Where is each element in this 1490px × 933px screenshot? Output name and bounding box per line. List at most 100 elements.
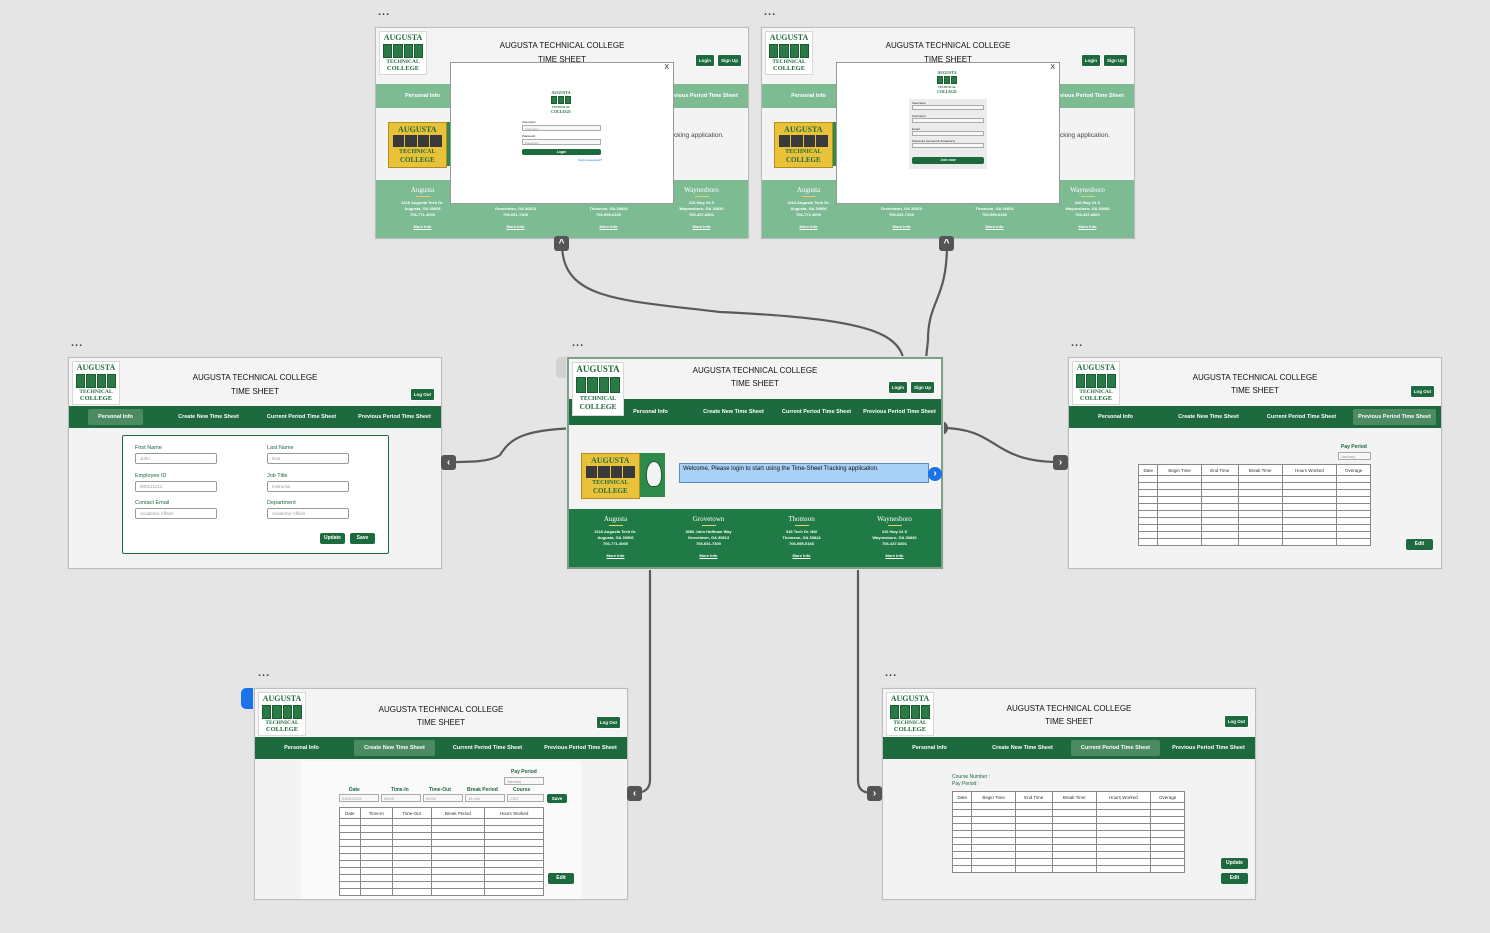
frame-create-new[interactable]: AUGUSTA TECHNICAL COLLEGE AUGUSTA TECHNIC… (254, 688, 628, 900)
update-button[interactable]: Update (1221, 858, 1248, 869)
more-info-link[interactable]: More Info (848, 553, 941, 558)
tab-personal-info[interactable]: Personal Info (255, 737, 348, 759)
tab-create-new[interactable]: Create New Time Sheet (692, 399, 775, 425)
tab-previous-period[interactable]: Previous Period Time Sheet (858, 399, 941, 425)
login-button[interactable]: Login (887, 381, 908, 394)
tab-personal-info[interactable]: Personal Info (883, 737, 976, 759)
header: AUGUSTA TECHNICAL COLLEGE AUGUSTA TECHNIC… (1069, 358, 1441, 406)
logout-button[interactable]: Log Out (1409, 385, 1435, 398)
tab-create-new[interactable]: Create New Time Sheet (348, 737, 441, 759)
tab-current-period[interactable]: Current Period Time Sheet (1069, 737, 1162, 759)
signup-button[interactable]: Sign Up (1103, 54, 1128, 67)
logout-button[interactable]: Log Out (595, 716, 621, 729)
tab-create-new[interactable]: Create New Time Sheet (1162, 406, 1255, 428)
signup-button[interactable]: Sign Up (717, 54, 742, 67)
frame-personal-info[interactable]: AUGUSTA TECHNICAL COLLEGE AUGUSTA TECHNIC… (68, 357, 442, 569)
tab-previous-period[interactable]: Previous Period Time Sheet (534, 737, 627, 759)
frame-current-period[interactable]: AUGUSTA TECHNICAL COLLEGE AUGUSTA TECHNIC… (882, 688, 1256, 900)
frame-menu-dots[interactable]: ... (885, 668, 897, 679)
password-input[interactable]: Password (522, 139, 601, 145)
chevron-left-icon[interactable]: ‹ (441, 455, 456, 470)
date-input[interactable]: 01/01/2021 (339, 794, 379, 802)
signup-username2-input[interactable] (912, 118, 984, 123)
tab-current-period[interactable]: Current Period Time Sheet (441, 737, 534, 759)
login-button[interactable]: Login (1080, 54, 1101, 67)
app-subtitle: TIME SHEET (1044, 717, 1093, 726)
time-in-input[interactable]: 08:00 (381, 794, 421, 802)
signup-password-input[interactable] (912, 143, 984, 148)
email-input[interactable]: Academic Affairs (135, 508, 217, 519)
hotspot-arrow-icon[interactable]: › (928, 467, 942, 481)
nav-bar: Personal Info Create New Time Sheet Curr… (569, 399, 941, 425)
signup-email-input[interactable] (912, 131, 984, 136)
tab-create-new[interactable]: Create New Time Sheet (162, 406, 255, 428)
tab-previous-period[interactable]: Previous Period Time Sheet (348, 406, 441, 428)
logout-button[interactable]: Log Out (1223, 715, 1249, 728)
more-info-link[interactable]: More Info (662, 553, 755, 558)
job-title-input[interactable]: Instructor (267, 481, 349, 492)
expand-up-icon[interactable]: ^ (939, 236, 954, 251)
edit-button[interactable]: Edit (1406, 539, 1433, 550)
frame-menu-dots[interactable]: ... (572, 338, 584, 349)
modal-logo: AUGUSTA TECHNICAL COLLEGE (548, 89, 574, 117)
course-select[interactable]: CIST (507, 794, 544, 802)
chevron-right-icon[interactable]: › (1053, 455, 1068, 470)
username-input[interactable]: Username (522, 125, 601, 131)
close-icon[interactable]: X (1050, 64, 1055, 71)
frame-menu-dots[interactable]: ... (1071, 338, 1083, 349)
more-info-link[interactable]: More Info (855, 224, 948, 229)
close-icon[interactable]: X (664, 64, 669, 71)
frame-menu-dots[interactable]: ... (764, 7, 776, 18)
tab-personal-info[interactable]: Personal Info (1069, 406, 1162, 428)
chevron-right-icon[interactable]: › (867, 786, 882, 801)
signup-button[interactable]: Sign Up (910, 381, 935, 394)
modal-login-button[interactable]: Login (522, 149, 601, 155)
frame-menu-dots[interactable]: ... (378, 7, 390, 18)
frame-signup[interactable]: AUGUSTA TECHNICAL COLLEGE AUGUSTA TECHNIC… (761, 27, 1135, 239)
first-name-input[interactable]: John (135, 453, 217, 464)
signup-username-input[interactable] (912, 105, 984, 110)
edit-button[interactable]: Edit (1221, 873, 1248, 884)
app-subtitle: TIME SHEET (1230, 386, 1279, 395)
save-button[interactable]: Save (547, 794, 567, 803)
tab-current-period[interactable]: Current Period Time Sheet (255, 406, 348, 428)
nav-bar: Personal Info Create New Time Sheet Curr… (255, 737, 627, 759)
save-button[interactable]: Save (350, 533, 375, 544)
nav-bar: Personal Info Create New Time Sheet Curr… (69, 406, 441, 428)
more-info-link[interactable]: More Info (1041, 224, 1134, 229)
more-info-link[interactable]: More Info (376, 224, 469, 229)
more-info-link[interactable]: More Info (562, 224, 655, 229)
tab-personal-info[interactable]: Personal Info (69, 406, 162, 428)
more-info-link[interactable]: More Info (655, 224, 748, 229)
expand-up-icon[interactable]: ^ (554, 236, 569, 251)
chevron-left-icon[interactable]: ‹ (627, 786, 642, 801)
logout-button[interactable]: Log Out (409, 388, 435, 401)
frame-home[interactable]: AUGUSTA TECHNICAL COLLEGE AUGUSTA TECHNIC… (567, 357, 943, 569)
update-button[interactable]: Update (320, 533, 345, 544)
login-button[interactable]: Login (694, 54, 715, 67)
tab-current-period[interactable]: Current Period Time Sheet (775, 399, 858, 425)
tab-current-period[interactable]: Current Period Time Sheet (1255, 406, 1348, 428)
pay-period-select[interactable]: January (504, 777, 544, 785)
frame-menu-dots[interactable]: ... (258, 668, 270, 679)
break-period-input[interactable]: 15 min (465, 794, 505, 802)
employee-id-input[interactable]: 900121212 (135, 481, 217, 492)
edit-button[interactable]: Edit (548, 873, 574, 884)
tab-previous-period[interactable]: Previous Period Time Sheet (1162, 737, 1255, 759)
more-info-link[interactable]: More Info (469, 224, 562, 229)
tab-create-new[interactable]: Create New Time Sheet (976, 737, 1069, 759)
join-now-button[interactable]: Join now (912, 157, 984, 164)
last-name-input[interactable]: Doe (267, 453, 349, 464)
pay-period-select[interactable]: January (1338, 452, 1371, 460)
more-info-link[interactable]: More Info (948, 224, 1041, 229)
more-info-link[interactable]: More Info (762, 224, 855, 229)
frame-previous-period[interactable]: AUGUSTA TECHNICAL COLLEGE AUGUSTA TECHNIC… (1068, 357, 1442, 569)
tab-previous-period[interactable]: Previous Period Time Sheet (1348, 406, 1441, 428)
more-info-link[interactable]: More Info (755, 553, 848, 558)
frame-menu-dots[interactable]: ... (71, 338, 83, 349)
frame-login[interactable]: AUGUSTA TECHNICAL COLLEGE AUGUSTA TECHNIC… (375, 27, 749, 239)
forgot-password-link[interactable]: Forgot password? (578, 158, 602, 162)
more-info-link[interactable]: More Info (569, 553, 662, 558)
time-out-input[interactable]: 09:00 (423, 794, 463, 802)
department-input[interactable]: Academic Affairs (267, 508, 349, 519)
